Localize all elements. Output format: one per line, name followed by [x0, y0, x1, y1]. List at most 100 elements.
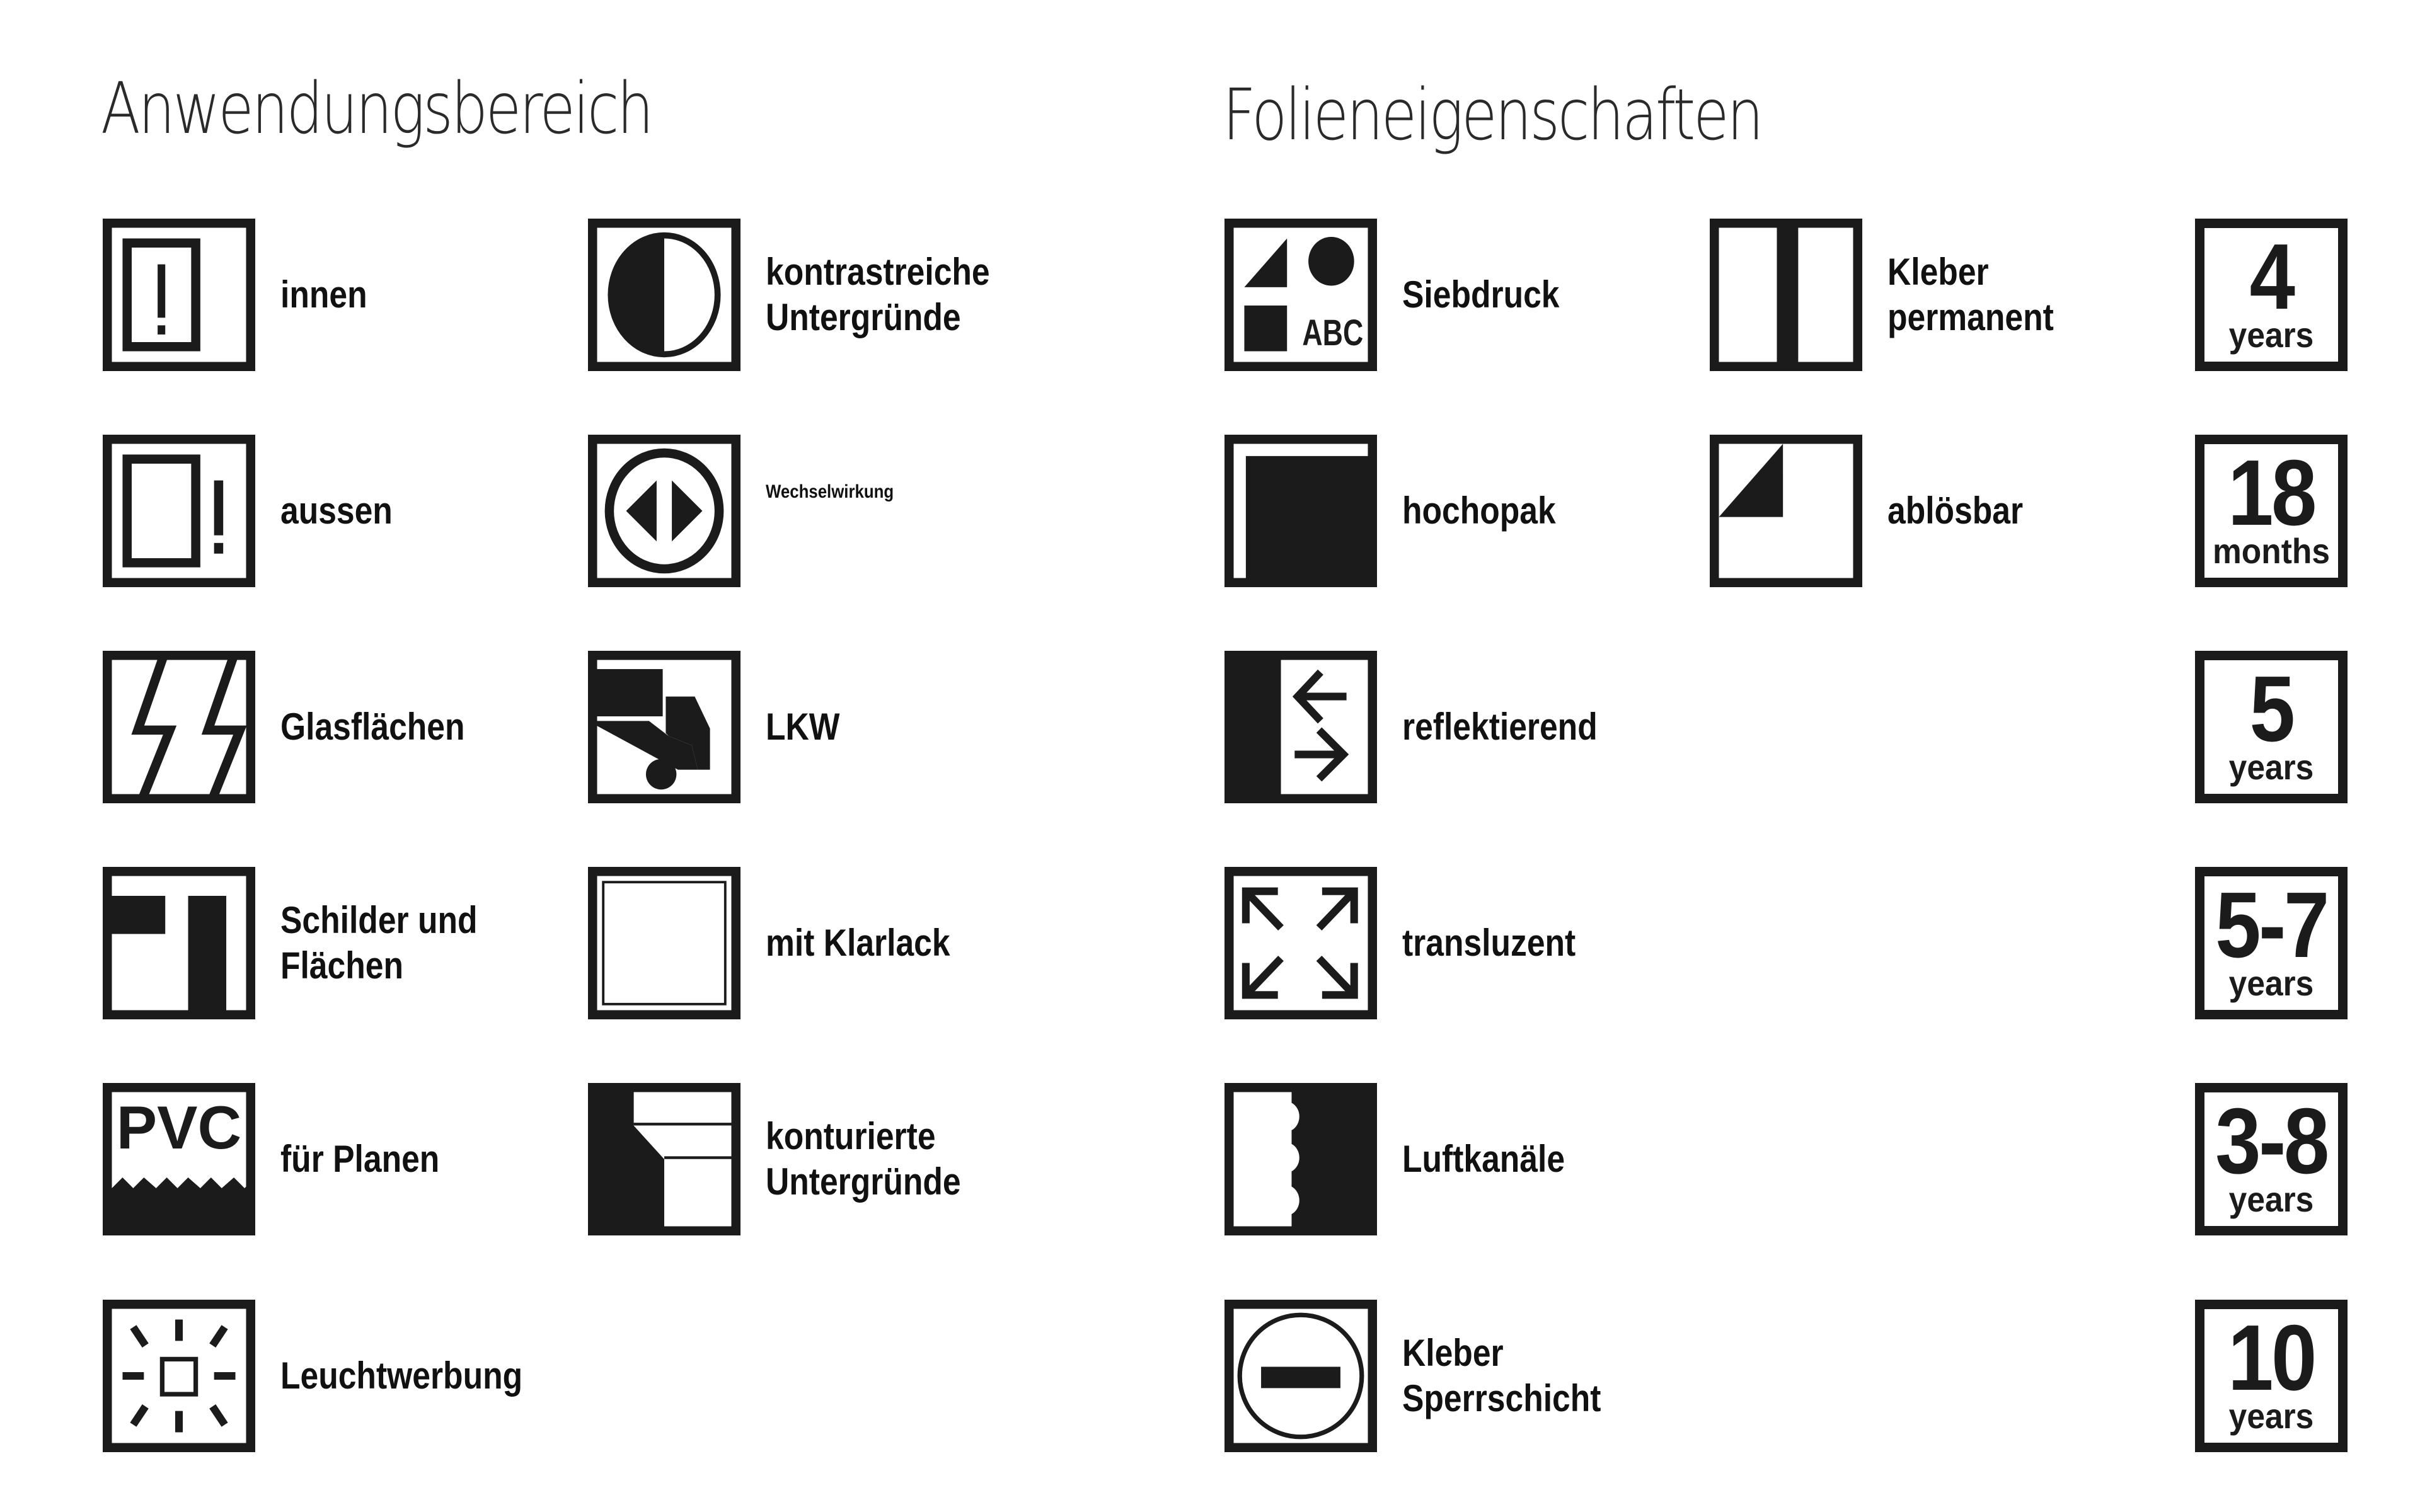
item-label: ablösbar	[1887, 435, 2023, 587]
durability-badge-4-years: 4 years	[2195, 219, 2348, 371]
screen-printing-icon: ABC	[1224, 219, 1377, 371]
item-label: transluzent	[1402, 867, 1576, 1019]
label-line: Untergründe	[766, 296, 961, 338]
label-line: mit Klarlack	[766, 922, 950, 964]
legend-item-wechselwirkung: Wechselwirkung	[588, 435, 1029, 587]
durability-badge-10-years: 10 years	[2195, 1300, 2348, 1452]
illuminated-advertising-icon	[103, 1300, 255, 1452]
label-line: Wechselwirkung	[766, 481, 894, 502]
label-line: Schilder und	[280, 899, 478, 941]
durability-value: 18	[2228, 441, 2317, 545]
durability-badge-18-months: 18 months	[2195, 435, 2348, 587]
indoor-icon	[103, 219, 255, 371]
item-label: innen	[280, 219, 367, 371]
legend-item-kleber-permanent: Kleber permanent	[1710, 219, 2151, 371]
truck-icon	[588, 651, 740, 803]
label-line: kontrastreiche	[766, 251, 990, 293]
abc-icon-text: ABC	[1302, 312, 1363, 353]
label-line: konturierte	[766, 1115, 936, 1157]
durability-unit: years	[2228, 963, 2314, 1003]
glass-surfaces-icon	[103, 651, 255, 803]
outdoor-icon	[103, 435, 255, 587]
durability-unit: years	[2228, 747, 2314, 787]
pvc-tarpaulin-icon: PVC	[103, 1083, 255, 1235]
removable-icon	[1710, 435, 1862, 587]
signs-surfaces-icon	[103, 867, 255, 1019]
translucent-icon	[1224, 867, 1377, 1019]
durability-unit: years	[2228, 1179, 2314, 1219]
legend-item-klarlack: mit Klarlack	[588, 867, 1029, 1019]
label-line: transluzent	[1402, 922, 1576, 964]
legend-item-glasflaechen: Glasflächen	[103, 651, 544, 803]
item-label: Wechselwirkung	[766, 416, 894, 568]
legend-item-innen: innen	[103, 219, 544, 371]
label-line: Kleber	[1402, 1332, 1504, 1374]
label-line: Kleber	[1887, 251, 1989, 293]
legend-item-aussen: aussen	[103, 435, 544, 587]
air-channels-icon	[1224, 1083, 1377, 1235]
item-label: Glasflächen	[280, 651, 465, 803]
item-label: kontrastreiche Untergründe	[766, 219, 990, 371]
label-line: aussen	[280, 490, 393, 532]
label-line: Untergründe	[766, 1160, 961, 1203]
label-line: Leuchtwerbung	[280, 1354, 523, 1397]
legend-item-hochopak: hochopak	[1224, 435, 1666, 587]
legend-item-leuchtwerbung: Leuchtwerbung	[103, 1300, 544, 1452]
high-opacity-icon	[1224, 435, 1377, 587]
item-label: hochopak	[1402, 435, 1556, 587]
legend-item-reflektierend: reflektierend	[1224, 651, 1666, 803]
permanent-adhesive-icon	[1710, 219, 1862, 371]
label-line: Glasflächen	[280, 706, 465, 748]
item-label: reflektierend	[1402, 651, 1598, 803]
item-label: aussen	[280, 435, 393, 587]
durability-value: 4	[2249, 225, 2295, 329]
durability-value: 3-8	[2215, 1089, 2329, 1193]
label-line: Flächen	[280, 944, 403, 987]
durability-badge-5-years: 5 years	[2195, 651, 2348, 803]
durability-value: 5-7	[2215, 873, 2329, 977]
label-line: hochopak	[1402, 490, 1556, 532]
item-label: LKW	[766, 651, 839, 803]
section-title-application: Anwendungsbereich	[101, 68, 654, 150]
item-label: für Planen	[280, 1083, 439, 1235]
legend-item-sperrschicht: Kleber Sperrschicht	[1224, 1300, 1666, 1452]
pvc-icon-text: PVC	[117, 1093, 241, 1162]
high-contrast-icon	[588, 219, 740, 371]
interaction-icon	[588, 435, 740, 587]
durability-unit: years	[2228, 1396, 2314, 1436]
item-label: konturierte Untergründe	[766, 1083, 961, 1235]
label-line: permanent	[1887, 296, 2054, 338]
label-line: innen	[280, 273, 367, 316]
reflective-icon	[1224, 651, 1377, 803]
item-label: mit Klarlack	[766, 867, 950, 1019]
item-label: Siebdruck	[1402, 219, 1559, 371]
legend-item-schilder: Schilder und Flächen	[103, 867, 544, 1019]
label-line: reflektierend	[1402, 706, 1598, 748]
contoured-surfaces-icon	[588, 1083, 740, 1235]
item-label: Kleber Sperrschicht	[1402, 1300, 1601, 1452]
label-line: ablösbar	[1887, 490, 2024, 532]
legend-item-kontrastreich: kontrastreiche Untergründe	[588, 219, 1029, 371]
label-line: Luftkanäle	[1402, 1138, 1565, 1180]
durability-badge-5-7-years: 5-7 years	[2195, 867, 2348, 1019]
durability-unit: months	[2212, 531, 2331, 571]
label-line: Sperrschicht	[1402, 1377, 1601, 1419]
legend-item-luftkanaele: Luftkanäle	[1224, 1083, 1666, 1235]
label-line: für Planen	[280, 1138, 440, 1180]
label-line: LKW	[766, 706, 840, 748]
durability-unit: years	[2228, 315, 2314, 355]
legend-item-transluzent: transluzent	[1224, 867, 1666, 1019]
legend-item-konturiert: konturierte Untergründe	[588, 1083, 1029, 1235]
item-label: Schilder und Flächen	[280, 867, 478, 1019]
durability-badge-3-8-years: 3-8 years	[2195, 1083, 2348, 1235]
durability-value: 5	[2249, 657, 2295, 761]
clear-coat-icon	[588, 867, 740, 1019]
legend-item-lkw: LKW	[588, 651, 1029, 803]
item-label: Leuchtwerbung	[280, 1300, 522, 1452]
label-line: Siebdruck	[1402, 273, 1560, 316]
adhesive-barrier-icon	[1224, 1300, 1377, 1452]
legend-item-planen: PVC für Planen	[103, 1083, 544, 1235]
section-title-film-properties: Folieneigenschaften	[1223, 74, 1764, 156]
legend-item-abloesbar: ablösbar	[1710, 435, 2151, 587]
durability-value: 10	[2228, 1306, 2317, 1410]
